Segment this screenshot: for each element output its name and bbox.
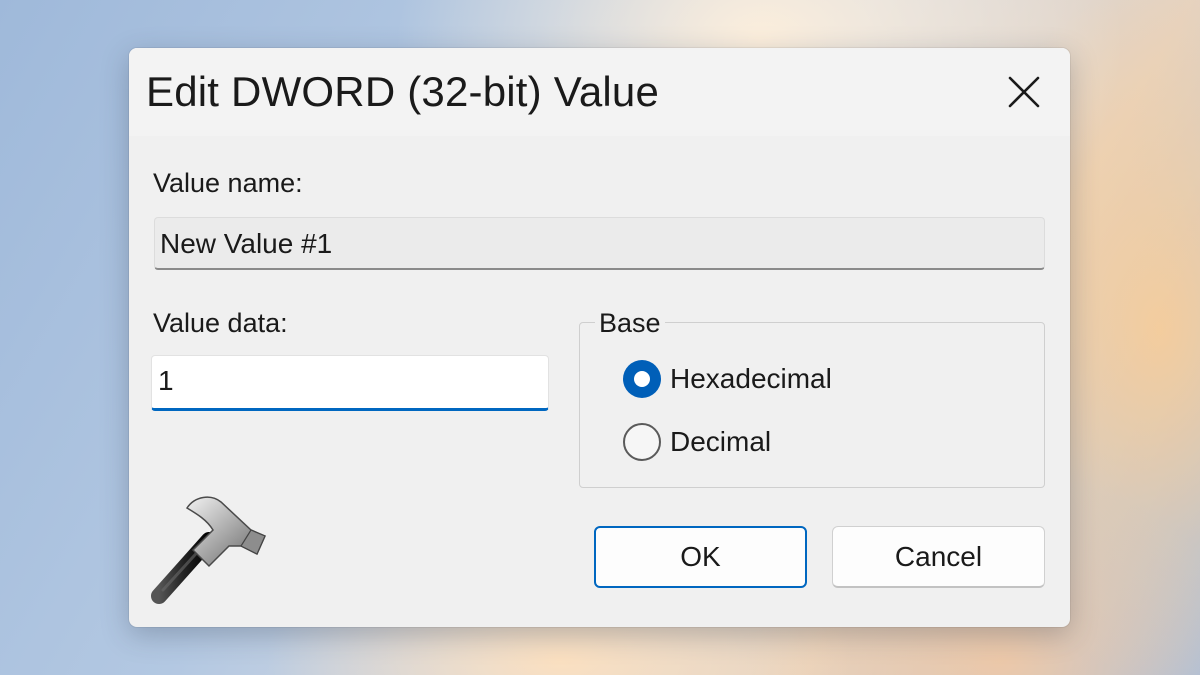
- close-icon: [1008, 76, 1040, 108]
- base-legend: Base: [595, 308, 665, 339]
- close-button[interactable]: [998, 68, 1050, 116]
- hexadecimal-option[interactable]: Hexadecimal: [623, 359, 832, 399]
- hammer-icon: [151, 496, 266, 604]
- value-data-field[interactable]: [151, 355, 549, 411]
- dialog-title: Edit DWORD (32-bit) Value: [146, 68, 660, 115]
- edit-dword-dialog: Edit DWORD (32-bit) Value Value name: Ne…: [129, 48, 1070, 627]
- cancel-button[interactable]: Cancel: [832, 526, 1045, 588]
- decimal-option[interactable]: Decimal: [623, 422, 771, 462]
- value-name-label: Value name:: [153, 168, 303, 198]
- value-data-input[interactable]: [158, 364, 538, 398]
- base-group-box: [579, 322, 1045, 488]
- value-data-label: Value data:: [153, 308, 288, 338]
- ok-button[interactable]: OK: [594, 526, 807, 588]
- value-name-field: New Value #1: [154, 217, 1045, 270]
- decimal-radio[interactable]: [623, 423, 661, 461]
- title-bar: Edit DWORD (32-bit) Value: [129, 48, 1070, 136]
- decimal-label: Decimal: [670, 426, 772, 457]
- hexadecimal-radio[interactable]: [623, 360, 661, 398]
- value-name-text: New Value #1: [160, 228, 333, 259]
- hexadecimal-label: Hexadecimal: [670, 363, 832, 394]
